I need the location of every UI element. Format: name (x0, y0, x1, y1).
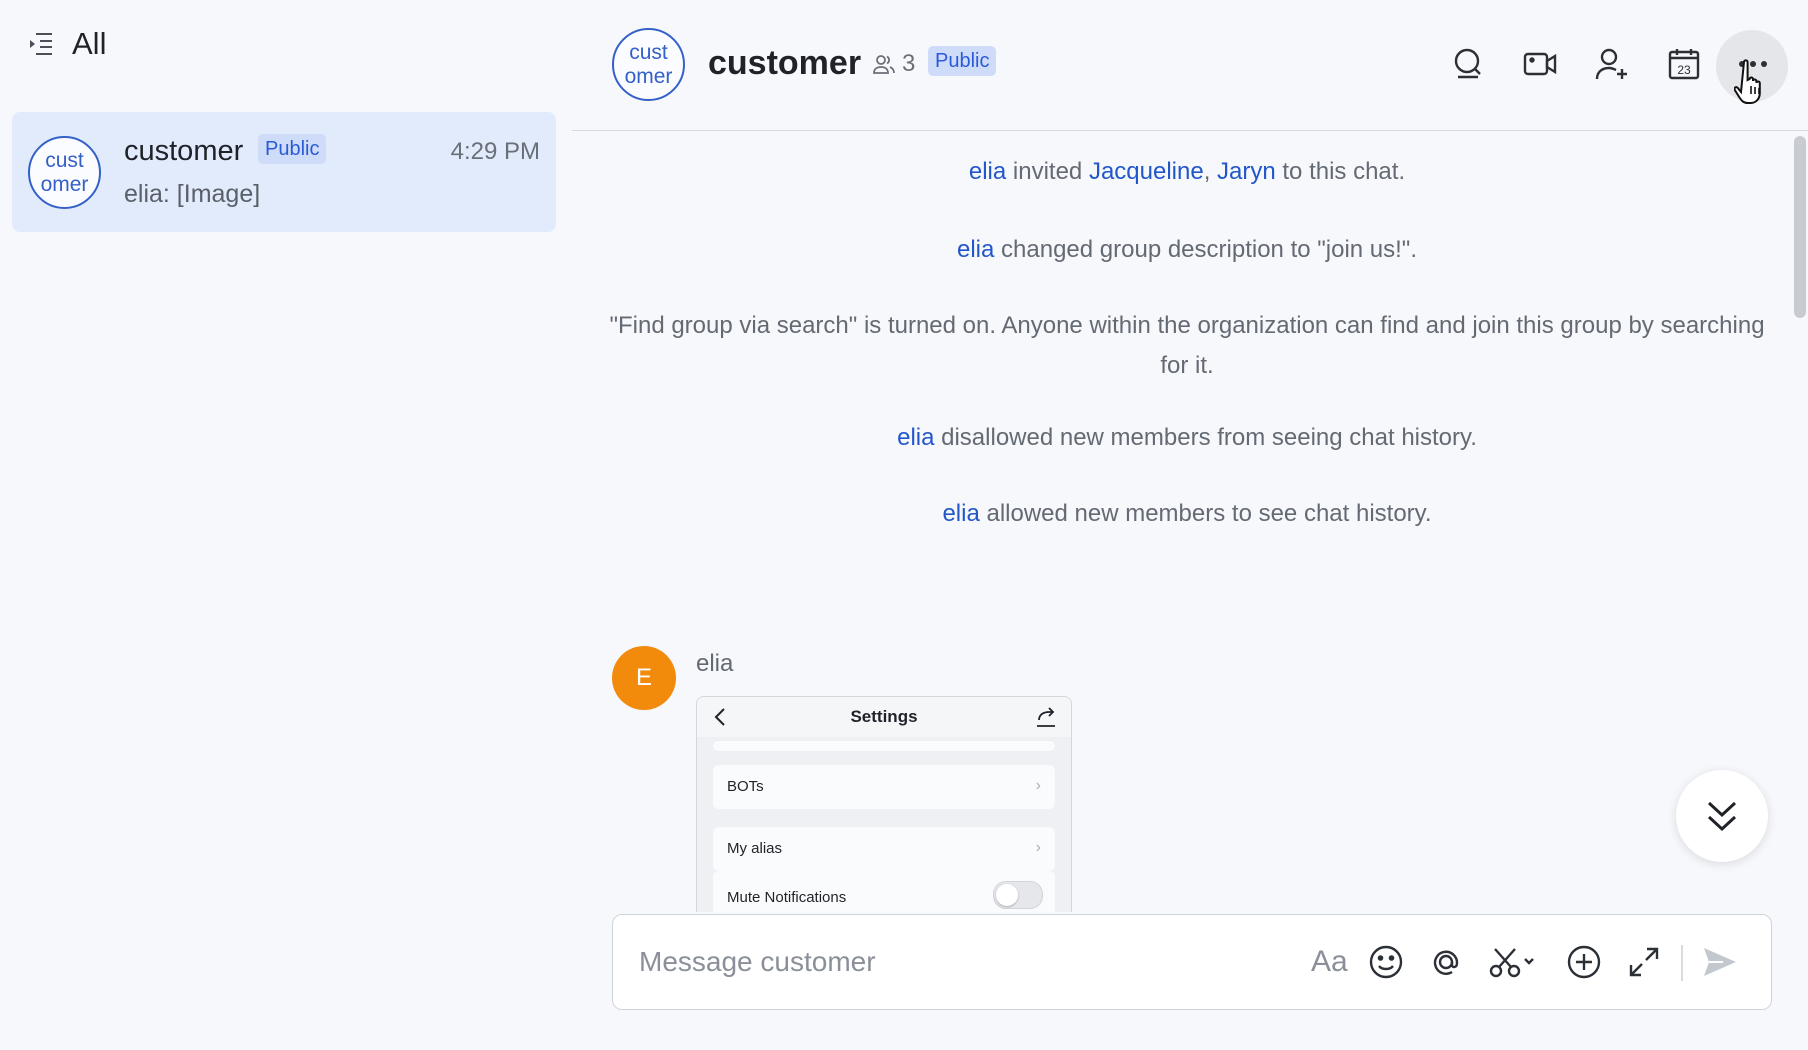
image-row: My alias › (713, 827, 1055, 871)
chat-item-avatar: cust omer (28, 136, 101, 209)
image-topbar: Settings (697, 697, 1071, 737)
avatar-text-line2: omer (40, 172, 89, 196)
expand-icon[interactable] (1625, 943, 1663, 981)
image-row-spacer (713, 741, 1055, 751)
avatar-text-line1: cust (45, 148, 84, 172)
public-badge: Public (258, 134, 327, 164)
image-title: Settings (850, 707, 918, 726)
sidebar-title[interactable]: All (72, 26, 106, 62)
public-badge: Public (928, 46, 997, 76)
chat-item-time: 4:29 PM (450, 138, 540, 165)
system-message: elia invited Jacqueline, Jaryn to this c… (602, 152, 1772, 192)
system-text: "Find group via search" is turned on. An… (609, 312, 1765, 339)
sidebar-header: All (28, 24, 106, 64)
add-icon[interactable] (1565, 943, 1603, 981)
chat-item-preview: elia: [Image] (124, 180, 261, 208)
avatar-text-line1: cust (629, 40, 668, 64)
system-message: "Find group via search" is turned on. An… (602, 306, 1772, 386)
system-text: invited (1006, 158, 1089, 185)
user-link[interactable]: elia (957, 236, 994, 263)
image-row-label: BOTs (727, 778, 764, 795)
image-row-label: My alias (727, 840, 783, 857)
add-member-icon[interactable] (1594, 46, 1630, 82)
user-link[interactable]: elia (897, 424, 934, 451)
user-link[interactable]: Jacqueline (1089, 158, 1204, 185)
image-row: BOTs › (713, 765, 1055, 809)
sender-avatar[interactable]: E (612, 646, 676, 710)
user-link[interactable]: elia (969, 158, 1006, 185)
chat-list-item-customer[interactable]: cust omer customer Public 4:29 PM elia: … (12, 112, 556, 232)
system-text: changed group description to "join us!". (994, 236, 1417, 263)
composer-divider (1681, 945, 1683, 981)
text-format-icon[interactable]: Aa (1311, 943, 1349, 981)
double-chevron-down-icon (1706, 799, 1738, 833)
share-icon (1035, 706, 1057, 728)
collapse-sidebar-icon[interactable] (28, 31, 54, 57)
chat-header: cust omer customer 3 Public 23 (572, 0, 1808, 131)
group-avatar[interactable]: cust omer (612, 28, 685, 101)
chat-title[interactable]: customer (708, 44, 861, 83)
system-message: elia changed group description to "join … (602, 230, 1772, 270)
message-composer: Aa (612, 914, 1772, 1010)
user-link[interactable]: Jaryn (1217, 158, 1276, 185)
message-input[interactable] (637, 935, 1301, 989)
calendar-icon[interactable]: 23 (1666, 46, 1702, 82)
message-scrollbar[interactable] (1794, 136, 1806, 318)
avatar-text-line2: omer (624, 64, 673, 88)
system-text: for it. (1160, 352, 1214, 379)
chevron-right-icon: › (1035, 839, 1041, 856)
chevron-right-icon: › (1035, 777, 1041, 794)
sender-name[interactable]: elia (696, 650, 733, 678)
system-message: elia allowed new members to see chat his… (602, 494, 1772, 534)
system-text: to this chat. (1275, 158, 1406, 185)
system-text: , (1203, 158, 1218, 185)
hand-cursor-icon (1734, 58, 1768, 108)
search-icon[interactable] (1450, 46, 1486, 82)
member-count-value: 3 (902, 50, 916, 77)
chat-item-name: customer (124, 135, 244, 167)
emoji-icon[interactable] (1367, 943, 1405, 981)
calendar-day-text: 23 (1677, 63, 1691, 77)
system-text: allowed new members to see chat history. (979, 500, 1432, 527)
send-icon[interactable] (1701, 943, 1739, 981)
scroll-to-bottom-button[interactable] (1676, 770, 1768, 862)
toggle-switch (993, 881, 1043, 909)
screenshot-icon[interactable] (1487, 943, 1539, 981)
video-call-icon[interactable] (1522, 46, 1558, 82)
system-text: disallowed new members from seeing chat … (934, 424, 1477, 451)
image-row-label: Mute Notifications (727, 889, 847, 906)
image-row: Mute Notifications (713, 871, 1055, 912)
message-list[interactable]: elia invited Jacqueline, Jaryn to this c… (572, 132, 1792, 912)
members-icon (872, 53, 896, 75)
mention-icon[interactable] (1427, 943, 1465, 981)
system-message: elia disallowed new members from seeing … (602, 418, 1772, 458)
sidebar: All cust omer customer Public 4:29 PM el… (0, 0, 572, 1050)
image-attachment[interactable]: Settings BOTs › My alias › Mute Notifica… (696, 696, 1072, 912)
member-count[interactable]: 3 (872, 50, 915, 78)
user-link[interactable]: elia (942, 500, 979, 527)
